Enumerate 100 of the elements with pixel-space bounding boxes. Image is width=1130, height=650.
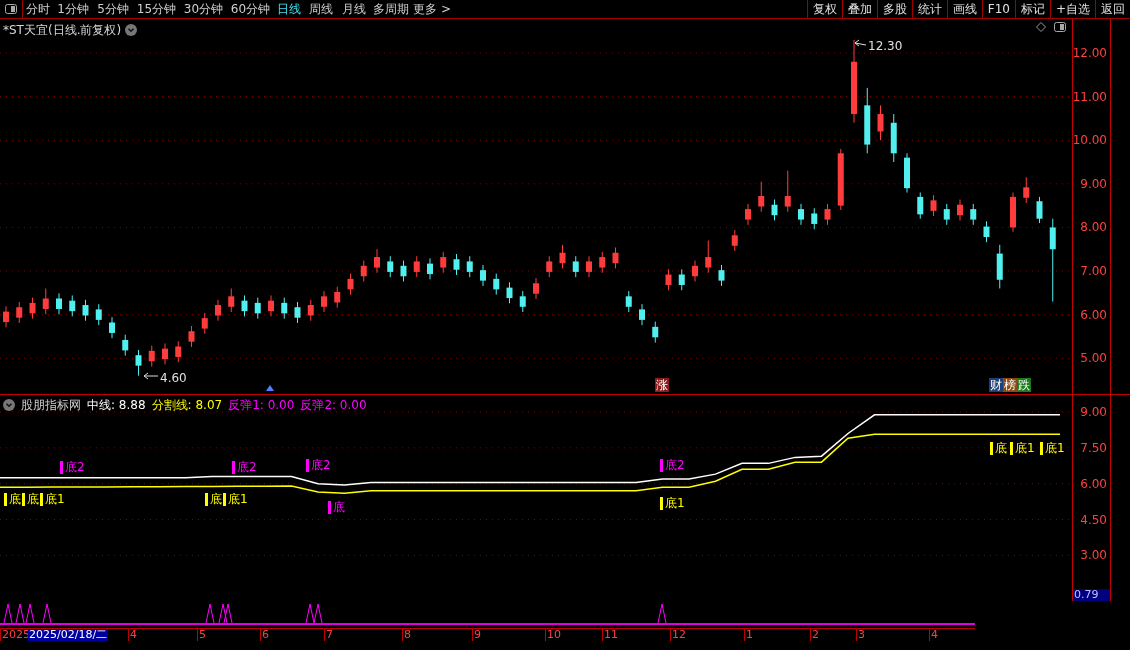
candlestick: [453, 253, 460, 276]
candlestick: [400, 260, 407, 282]
chevron-down-icon[interactable]: [3, 399, 15, 411]
indicator-axis-label: 4.50: [1080, 512, 1107, 527]
candlestick: [360, 260, 367, 282]
time-axis-label: 4: [128, 629, 137, 641]
indicator-value: 反弹2: 0.00: [300, 397, 367, 414]
candlestick: [321, 290, 327, 313]
signal-spike: [305, 603, 315, 624]
candlestick: [970, 203, 977, 226]
candlestick: [824, 203, 831, 226]
candlestick: [705, 240, 712, 274]
candlestick: [652, 321, 659, 344]
time-axis-label: 3: [856, 629, 865, 641]
toolbar-button[interactable]: 叠加: [841, 0, 877, 18]
indicator-axis-label: 7.50: [1080, 440, 1107, 455]
indicator-value: 中线: 8.88: [87, 397, 146, 414]
toolbar-button[interactable]: 多股: [876, 0, 912, 18]
time-axis-label: 12: [670, 629, 686, 641]
candlestick: [917, 192, 924, 220]
candlestick: [731, 229, 738, 252]
candlestick: [877, 104, 884, 141]
candlestick: [665, 268, 672, 291]
candlestick: [864, 87, 871, 154]
leader-line: [143, 372, 159, 380]
candlestick: [29, 297, 36, 320]
candlestick: [599, 251, 606, 274]
event-badge[interactable]: 榜: [1003, 378, 1017, 392]
triangle-marker-icon: [266, 385, 274, 391]
candlestick: [1036, 196, 1043, 224]
period-tab[interactable]: 更多 >: [412, 0, 452, 18]
candlestick: [427, 257, 433, 280]
toolbar-button[interactable]: F10: [981, 0, 1015, 18]
candlestick: [135, 349, 142, 377]
candlestick: [904, 152, 910, 194]
toolbar-button[interactable]: 画线: [946, 0, 982, 18]
candlestick: [228, 288, 235, 313]
toolbar-button[interactable]: 统计: [911, 0, 947, 18]
period-tab[interactable]: 分时: [23, 0, 53, 18]
period-tab[interactable]: 60分钟: [227, 0, 274, 18]
candlestick: [162, 342, 168, 365]
candlestick: [109, 316, 115, 339]
time-axis-label: 8: [402, 629, 411, 641]
time-axis-label: 11: [602, 629, 618, 641]
period-tab[interactable]: 月线: [337, 0, 370, 18]
high-price-label: 12.30: [868, 38, 903, 55]
candlestick: [268, 294, 274, 317]
candlestick: [771, 199, 778, 221]
time-axis-label: 5: [197, 629, 206, 641]
period-tab[interactable]: 多周期: [370, 0, 412, 18]
signal-spike: [218, 603, 228, 624]
period-tab[interactable]: 5分钟: [93, 0, 133, 18]
diamond-icon[interactable]: [1036, 22, 1046, 32]
signal-spike: [25, 603, 35, 624]
period-tab[interactable]: 1分钟: [53, 0, 93, 18]
price-axis-label: 11.00: [1072, 89, 1107, 104]
toolbar-button[interactable]: 复权: [806, 0, 842, 18]
candlestick: [890, 113, 897, 163]
candlestick: [639, 303, 645, 326]
candlestick: [546, 255, 553, 278]
signal-label: 底: [328, 501, 345, 514]
panel-toggle-icon[interactable]: [5, 4, 17, 14]
panel-toggle-icon[interactable]: [1054, 22, 1066, 32]
low-price-label: 4.60: [160, 370, 187, 387]
time-axis-label: 4: [929, 629, 938, 641]
time-axis-label: 2: [810, 629, 819, 641]
signal-spike: [15, 603, 25, 624]
event-badge[interactable]: 涨: [655, 378, 669, 392]
period-tab[interactable]: 日线: [274, 0, 304, 18]
period-tab[interactable]: 15分钟: [133, 0, 180, 18]
candlestick: [506, 281, 513, 304]
candlestick: [254, 297, 261, 320]
candlestick: [82, 299, 89, 322]
chevron-down-icon[interactable]: [125, 24, 138, 36]
candlestick: [983, 220, 990, 243]
signal-label: 底: [4, 493, 21, 506]
leader-line: [854, 39, 867, 47]
signal-spike: [657, 603, 667, 624]
candlestick: [943, 203, 950, 226]
price-axis-label: 9.00: [1080, 176, 1107, 191]
signal-label: 底: [205, 493, 222, 506]
toolbar-button[interactable]: 标记: [1014, 0, 1050, 18]
candlestick: [745, 203, 751, 226]
event-badge[interactable]: 财: [989, 378, 1003, 392]
period-tab[interactable]: 30分钟: [180, 0, 227, 18]
toolbar-button[interactable]: +自选: [1049, 0, 1095, 18]
signal-spike: [42, 603, 52, 624]
candlestick: [612, 247, 619, 269]
candlestick: [42, 288, 49, 315]
indicator-value: 分割线: 8.07: [151, 397, 223, 414]
candlestick: [798, 203, 804, 226]
candlestick: [559, 244, 566, 269]
price-axis-label: 8.00: [1080, 220, 1107, 235]
candlestick: [3, 305, 9, 328]
candlestick: [996, 244, 1003, 289]
candlestick: [930, 194, 937, 217]
period-tab[interactable]: 周线: [304, 0, 337, 18]
event-badge[interactable]: 跌: [1017, 378, 1031, 392]
time-axis-label: 6: [260, 629, 269, 641]
toolbar-button[interactable]: 返回: [1095, 0, 1130, 18]
